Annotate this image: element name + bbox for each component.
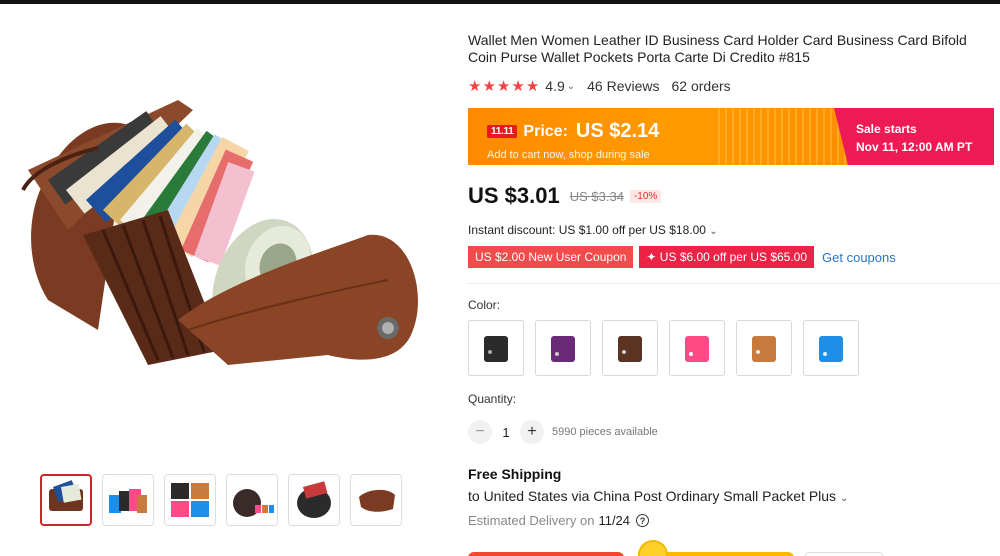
rating-value[interactable]: 4.9 — [545, 78, 564, 94]
increase-quantity-button[interactable]: + — [520, 420, 544, 444]
sale-banner: 11.11 Price: US $2.14 Add to cart now, s… — [468, 108, 994, 165]
quantity-stepper: − 1 + 5990 pieces available — [468, 420, 658, 444]
top-bar — [0, 0, 1000, 4]
color-swatches — [468, 320, 859, 376]
chevron-down-icon: ⌄ — [839, 493, 849, 504]
rating-row: ★ ★ ★ ★ ★ 4.9 ⌄ 46 Reviews 62 orders — [468, 76, 731, 96]
sale-price-panel: 11.11 Price: US $2.14 Add to cart now, s… — [468, 108, 848, 165]
swatch-brown[interactable] — [736, 320, 792, 376]
estimated-delivery: Estimated Delivery on 11/24 ? — [468, 513, 650, 528]
discount-badge: -10% — [629, 189, 662, 203]
decrease-quantity-button[interactable]: − — [468, 420, 492, 444]
sale-event-badge: 11.11 — [487, 125, 518, 138]
coin-icon — [638, 540, 668, 556]
delivery-date: 11/24 — [598, 513, 631, 528]
thumbnail-5[interactable] — [288, 474, 340, 526]
orders-count: 62 orders — [671, 78, 731, 94]
thumbnail-3[interactable] — [164, 474, 216, 526]
sale-price-label: Price: — [523, 122, 568, 140]
star-icon: ★ — [511, 77, 525, 95]
original-price: US $3.34 — [569, 188, 624, 204]
chevron-down-icon: ⌄ — [709, 226, 718, 237]
delivery-label: Estimated Delivery on — [468, 513, 595, 528]
sale-starts-label: Sale starts — [856, 122, 917, 136]
divider — [468, 283, 1000, 284]
get-coupons-link[interactable]: Get coupons — [822, 250, 896, 265]
swatch-black[interactable] — [468, 320, 524, 376]
action-buttons — [468, 552, 888, 556]
rating-stars: ★ ★ ★ ★ ★ — [468, 79, 539, 94]
shipping-method[interactable]: to United States via China Post Ordinary… — [468, 488, 848, 504]
coupon-row: US $2.00 New User Coupon ✦ US $6.00 off … — [468, 246, 896, 268]
star-icon: ★ — [496, 77, 511, 95]
sale-start-panel: Sale starts Nov 11, 12:00 AM PT — [834, 108, 994, 165]
star-icon: ★ — [482, 77, 496, 95]
thumbnail-4[interactable] — [226, 474, 278, 526]
thumbnail-1[interactable] — [40, 474, 92, 526]
reviews-link[interactable]: 46 Reviews — [587, 78, 659, 94]
quantity-label: Quantity: — [468, 392, 517, 406]
wishlist-button[interactable] — [804, 552, 884, 556]
sale-starts-date: Nov 11, 12:00 AM PT — [856, 140, 973, 154]
thumbnail-2[interactable] — [102, 474, 154, 526]
instant-discount-text: Instant discount: US $1.00 off per US $1… — [468, 223, 706, 237]
swatch-pink[interactable] — [669, 320, 725, 376]
help-icon[interactable]: ? — [636, 514, 650, 527]
product-title: Wallet Men Women Leather ID Business Car… — [468, 32, 967, 65]
instant-discount[interactable]: Instant discount: US $1.00 off per US $1… — [468, 223, 718, 237]
sale-subtext: Add to cart now, shop during sale — [487, 149, 650, 161]
color-label: Color: — [468, 298, 501, 312]
coupon-new-user[interactable]: US $2.00 New User Coupon — [468, 246, 634, 268]
sale-price-value: US $2.14 — [575, 120, 660, 142]
swatch-purple[interactable] — [535, 320, 591, 376]
buy-now-button[interactable] — [468, 552, 624, 556]
star-icon: ★ — [525, 77, 540, 95]
current-price: US $3.01 — [468, 183, 560, 208]
quantity-value[interactable]: 1 — [492, 425, 520, 440]
coupon-store[interactable]: ✦ US $6.00 off per US $65.00 — [639, 246, 815, 268]
swatch-blue[interactable] — [803, 320, 859, 376]
main-product-image[interactable] — [8, 30, 438, 448]
available-stock: 5990 pieces available — [552, 426, 658, 438]
shipping-title: Free Shipping — [468, 466, 562, 482]
price-row: US $3.01 US $3.34 -10% — [468, 183, 662, 209]
swatch-coffee[interactable] — [602, 320, 658, 376]
thumbnail-6[interactable] — [350, 474, 402, 526]
chevron-down-icon[interactable]: ⌄ — [567, 81, 575, 92]
star-icon: ★ — [468, 77, 482, 95]
thumbnail-strip — [40, 474, 402, 526]
shipping-method-text: to United States via China Post Ordinary… — [468, 488, 837, 504]
